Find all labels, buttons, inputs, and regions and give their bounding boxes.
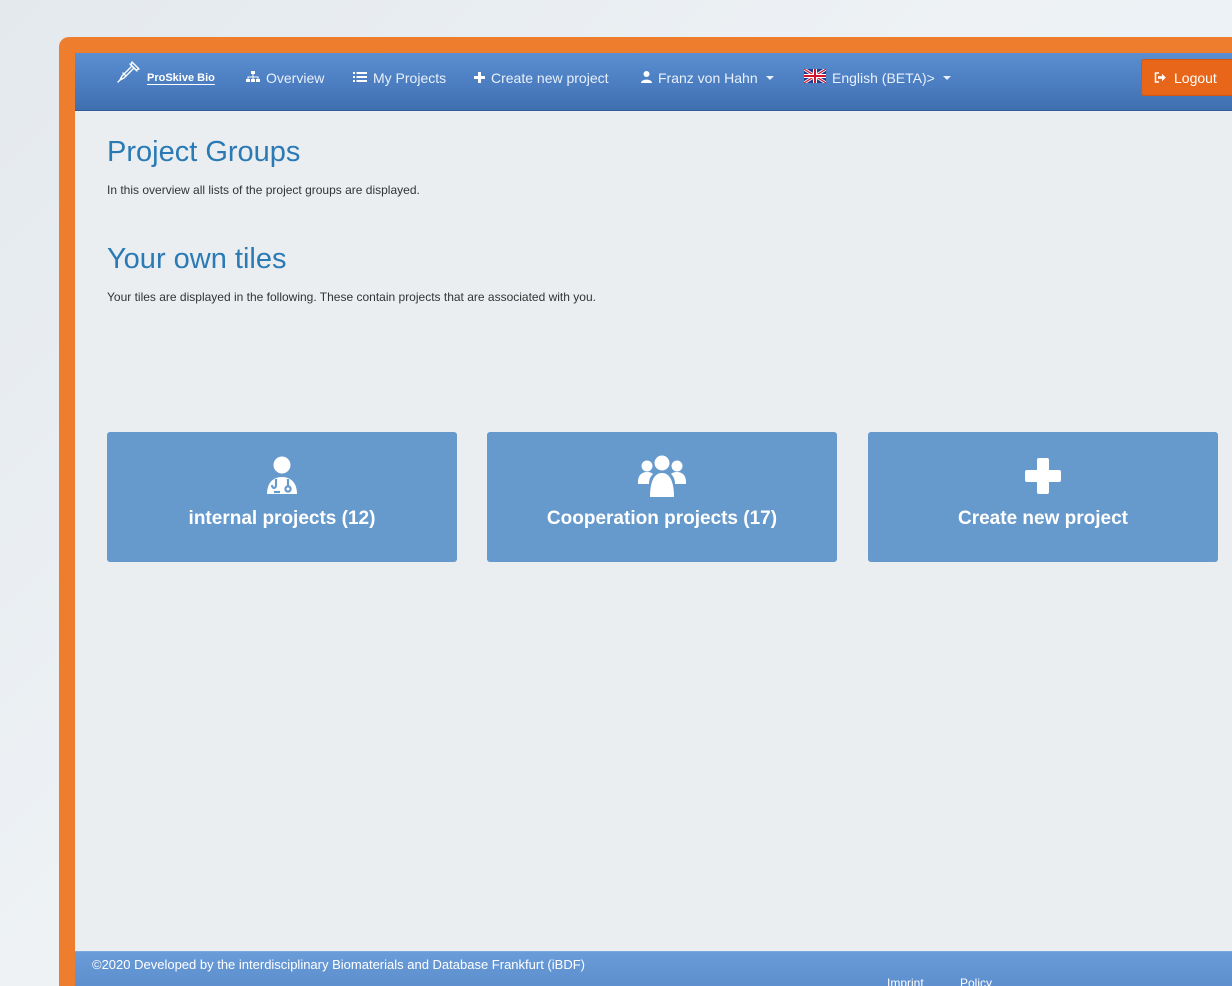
app-window: ProSkive Bio Overview My Projects Create… bbox=[75, 53, 1232, 986]
nav-my-projects-label: My Projects bbox=[373, 70, 447, 86]
language-dropdown[interactable]: English (BETA)> bbox=[803, 53, 951, 103]
brand-name: ProSkive Bio bbox=[147, 72, 215, 84]
nav-create-project-label: Create new project bbox=[491, 70, 609, 86]
list-icon bbox=[353, 53, 367, 103]
tile-internal-projects-label: internal projects (12) bbox=[188, 508, 376, 529]
plus-icon bbox=[868, 456, 1218, 496]
footer: ©2020 Developed by the interdisciplinary… bbox=[75, 951, 1232, 986]
nav-overview[interactable]: Overview bbox=[246, 53, 324, 103]
tile-internal-projects[interactable]: internal projects (12) bbox=[107, 432, 457, 562]
nav-overview-label: Overview bbox=[266, 70, 325, 86]
plus-icon bbox=[474, 53, 485, 103]
footer-copyright: ©2020 Developed by the interdisciplinary… bbox=[92, 957, 585, 972]
user-icon bbox=[641, 53, 652, 103]
tile-create-new-project-label: Create new project bbox=[958, 508, 1128, 529]
nav-my-projects[interactable]: My Projects bbox=[353, 53, 446, 103]
sign-out-icon bbox=[1154, 70, 1166, 86]
top-navbar: ProSkive Bio Overview My Projects Create… bbox=[75, 53, 1232, 111]
sitemap-icon bbox=[246, 53, 260, 103]
tile-cooperation-projects-label: Cooperation projects (17) bbox=[546, 508, 778, 529]
users-icon bbox=[487, 455, 837, 497]
logout-label: Logout bbox=[1174, 69, 1217, 86]
tile-create-new-project[interactable]: Create new project bbox=[868, 432, 1218, 562]
footer-imprint-link[interactable]: Imprint bbox=[887, 976, 924, 986]
nav-create-project[interactable]: Create new project bbox=[474, 53, 609, 103]
tiles-section-title: Your own tiles bbox=[107, 243, 287, 275]
doctor-icon bbox=[107, 456, 457, 496]
pipette-logo-icon bbox=[115, 53, 141, 103]
user-menu-dropdown[interactable]: Franz von Hahn bbox=[641, 53, 774, 103]
user-name: Franz von Hahn bbox=[658, 70, 758, 86]
footer-policy-link[interactable]: Policy bbox=[960, 976, 992, 986]
chevron-down-icon bbox=[765, 76, 774, 80]
uk-flag-icon bbox=[803, 53, 827, 103]
tile-cooperation-projects[interactable]: Cooperation projects (17) bbox=[487, 432, 837, 562]
logout-button[interactable]: Logout bbox=[1141, 59, 1232, 96]
brand-link[interactable]: ProSkive Bio bbox=[115, 53, 215, 103]
chevron-down-icon bbox=[942, 76, 951, 80]
language-label: English (BETA)> bbox=[832, 70, 935, 86]
page-description: In this overview all lists of the projec… bbox=[107, 183, 420, 197]
tiles-section-description: Your tiles are displayed in the followin… bbox=[107, 290, 596, 304]
page-title: Project Groups bbox=[107, 136, 301, 168]
